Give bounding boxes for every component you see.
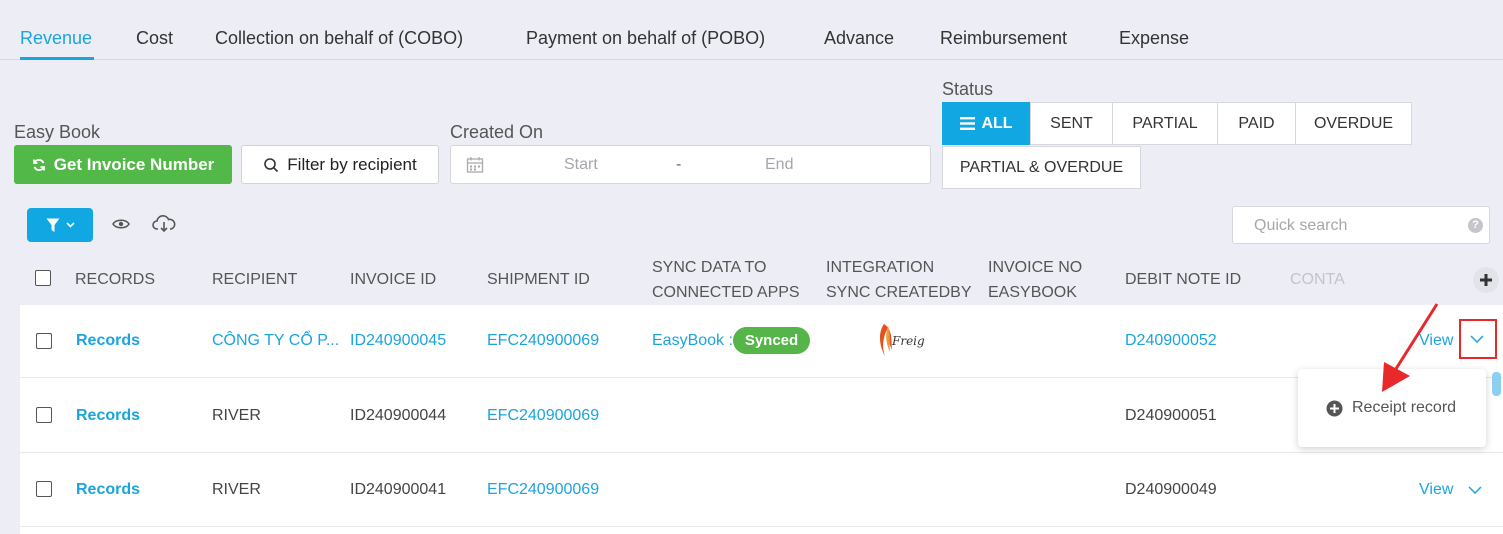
end-date-input[interactable]: End: [765, 156, 793, 174]
header-integration-line1[interactable]: INTEGRATION: [826, 255, 934, 280]
chevron-down-icon: [1470, 335, 1484, 343]
view-button[interactable]: View: [1419, 481, 1453, 499]
header-sync-data-line2[interactable]: CONNECTED APPS: [652, 280, 800, 305]
receipt-record-label: Receipt record: [1352, 399, 1457, 416]
start-date-input[interactable]: Start: [564, 156, 598, 174]
shipment-id-link[interactable]: EFC240900069: [487, 332, 599, 350]
easy-book-label: Easy Book: [14, 122, 101, 142]
debit-note-text: D240900051: [1125, 407, 1217, 424]
records-link[interactable]: Records: [76, 407, 140, 425]
filter-by-recipient-label: Filter by recipient: [287, 154, 417, 174]
tab-revenue[interactable]: Revenue: [20, 28, 92, 49]
row-divider: [20, 526, 1503, 527]
chevron-down-icon: [65, 222, 75, 228]
synced-badge: Synced: [733, 327, 810, 354]
filter-by-recipient-button[interactable]: Filter by recipient: [241, 145, 439, 184]
shipment-id-link[interactable]: EFC240900069: [487, 481, 599, 499]
status-all-label: ALL: [981, 114, 1013, 132]
recipient-link[interactable]: CÔNG TY CỔ P...: [212, 332, 339, 350]
calendar-icon: [466, 157, 484, 173]
select-all-checkbox[interactable]: [35, 270, 51, 286]
plus-circle-icon: [1326, 400, 1343, 416]
status-partial-overdue-button[interactable]: PARTIAL & OVERDUE: [942, 146, 1141, 189]
header-shipment-id[interactable]: SHIPMENT ID: [487, 267, 590, 292]
status-overdue-button[interactable]: OVERDUE: [1295, 102, 1412, 145]
recipient-text: RIVER: [212, 481, 261, 498]
status-all-button[interactable]: ALL: [942, 102, 1031, 145]
active-tab-indicator: [20, 57, 94, 60]
header-invoice-no-line2[interactable]: EASYBOOK: [988, 280, 1077, 305]
tab-cobo[interactable]: Collection on behalf of (COBO): [215, 28, 463, 49]
row-checkbox[interactable]: [36, 407, 52, 423]
header-records[interactable]: RECORDS: [75, 267, 155, 292]
eye-icon[interactable]: [112, 214, 130, 234]
row-actions-dropdown-button[interactable]: [1459, 319, 1497, 359]
tab-expense[interactable]: Expense: [1119, 28, 1189, 49]
tab-pobo[interactable]: Payment on behalf of (POBO): [526, 28, 765, 49]
funnel-icon: [46, 218, 59, 232]
get-invoice-number-label: Get Invoice Number: [53, 154, 215, 174]
status-partial-button[interactable]: PARTIAL: [1112, 102, 1218, 145]
date-range-picker[interactable]: Start - End: [450, 145, 931, 184]
tab-advance[interactable]: Advance: [824, 28, 894, 49]
invoice-id-link[interactable]: ID240900045: [350, 332, 446, 350]
freight-logo: Freight: [879, 324, 924, 356]
header-invoice-no-line1[interactable]: INVOICE NO: [988, 255, 1082, 280]
status-label: Status: [942, 79, 994, 99]
row-checkbox[interactable]: [36, 333, 52, 349]
quick-search-input[interactable]: Quick search ?: [1232, 206, 1490, 244]
quick-search-placeholder: Quick search: [1254, 217, 1348, 234]
refresh-icon: [32, 158, 45, 171]
sync-app-label: EasyBook :: [652, 332, 733, 349]
filter-dropdown-button[interactable]: [27, 208, 93, 242]
debit-note-link[interactable]: D240900052: [1125, 332, 1217, 350]
date-separator: -: [676, 156, 682, 173]
tab-reimbursement[interactable]: Reimbursement: [940, 28, 1067, 49]
list-icon: [960, 117, 976, 130]
chevron-down-icon[interactable]: [1468, 486, 1482, 494]
header-container[interactable]: CONTA: [1290, 267, 1345, 292]
created-on-label: Created On: [450, 122, 544, 142]
records-link[interactable]: Records: [76, 332, 140, 350]
module-tabs: Revenue Cost Collection on behalf of (CO…: [0, 0, 1503, 60]
status-paid-button[interactable]: PAID: [1217, 102, 1296, 145]
svg-text:Freight: Freight: [891, 334, 924, 348]
tab-cost[interactable]: Cost: [136, 28, 173, 49]
header-integration-line2[interactable]: SYNC CREATEDBY: [826, 280, 972, 305]
header-invoice-id[interactable]: INVOICE ID: [350, 267, 436, 292]
annotation-arrow: [1382, 303, 1439, 392]
debit-note-text: D240900049: [1125, 481, 1217, 498]
header-recipient[interactable]: RECIPIENT: [212, 267, 297, 292]
header-debit-note-id[interactable]: DEBIT NOTE ID: [1125, 267, 1241, 292]
row-divider: [20, 452, 1503, 453]
status-sent-button[interactable]: SENT: [1030, 102, 1113, 145]
recipient-text: RIVER: [212, 407, 261, 424]
cloud-download-icon[interactable]: [152, 214, 176, 234]
search-icon: [264, 157, 279, 172]
invoice-id-text: ID240900044: [350, 407, 447, 424]
help-icon[interactable]: ?: [1468, 218, 1483, 233]
row-divider: [20, 377, 1503, 378]
records-link[interactable]: Records: [76, 481, 140, 499]
row-checkbox[interactable]: [36, 481, 52, 497]
plus-icon: [1480, 274, 1492, 286]
header-sync-data-line1[interactable]: SYNC DATA TO: [652, 255, 766, 280]
scrollbar-thumb[interactable]: [1492, 372, 1501, 396]
receipt-record-menu-item[interactable]: Receipt record: [1326, 399, 1456, 417]
invoice-id-text: ID240900041: [350, 481, 447, 498]
get-invoice-number-button[interactable]: Get Invoice Number: [14, 145, 232, 184]
shipment-id-link[interactable]: EFC240900069: [487, 407, 599, 425]
add-column-button[interactable]: [1473, 267, 1499, 293]
